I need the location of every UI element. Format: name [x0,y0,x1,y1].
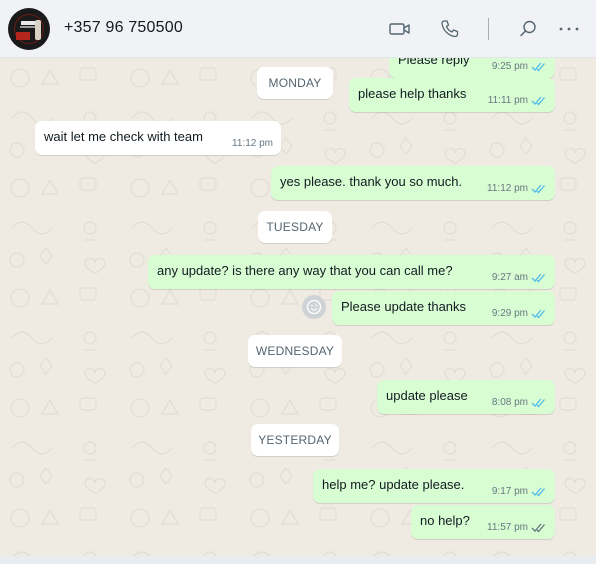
message-time: 8:08 pm [491,397,528,408]
day-separator: YESTERDAY [251,424,339,456]
message-bubble-outgoing[interactable]: any update? is there any way that you ca… [148,255,555,289]
message-bubble-outgoing[interactable]: help me? update please. 9:17 pm [313,469,555,503]
chat-header: +357 96 750500 [0,0,596,58]
message-text: Please reply [398,58,470,67]
message-time: 9:29 pm [491,308,528,319]
read-receipt-icon [531,96,545,106]
delivered-receipt-icon [531,523,545,533]
message-bubble-outgoing[interactable]: no help? 11:57 pm [411,505,555,539]
message-text: no help? [420,512,470,528]
header-divider [488,18,489,40]
message-text: Please update thanks [341,298,467,314]
message-time: 11:12 pm [487,183,528,194]
message-time: 9:17 pm [491,486,528,497]
message-list[interactable]: Please reply 9:25 pm MONDAY please help … [0,58,596,556]
message-time: 11:11 pm [487,95,528,106]
footer-strip [0,556,596,564]
contact-name[interactable]: +357 96 750500 [64,19,183,37]
day-separator: WEDNESDAY [248,335,342,367]
read-receipt-icon [531,62,545,72]
message-text: update please [386,387,468,403]
message-bubble-outgoing[interactable]: update please 8:08 pm [377,380,555,414]
message-text: any update? is there any way that you ca… [157,262,453,278]
message-text: yes please. thank you so much. [280,173,463,189]
message-time: 9:27 am [491,272,528,283]
message-time: 9:25 pm [491,61,528,72]
message-bubble-outgoing[interactable]: Please update thanks 9:29 pm [332,291,555,325]
read-receipt-icon [531,309,545,319]
message-time: 11:57 pm [487,522,528,533]
read-receipt-icon [531,487,545,497]
message-bubble-incoming[interactable]: wait let me check with team 11:12 pm [35,121,281,155]
message-bubble-outgoing[interactable]: Please reply 9:25 pm [389,58,555,78]
day-separator: MONDAY [257,67,333,99]
contact-avatar[interactable] [8,8,50,50]
read-receipt-icon [531,273,545,283]
message-bubble-outgoing[interactable]: yes please. thank you so much. 11:12 pm [271,166,555,200]
search-icon[interactable] [516,17,540,41]
read-receipt-icon [531,184,545,194]
voice-call-icon[interactable] [438,17,462,41]
message-text: help me? update please. [322,476,465,492]
message-time: 11:12 pm [232,138,273,149]
react-emoji-icon[interactable] [302,295,326,319]
day-separator: TUESDAY [258,211,332,243]
read-receipt-icon [531,398,545,408]
message-bubble-outgoing[interactable]: please help thanks 11:11 pm [349,78,555,112]
video-call-icon[interactable] [388,17,412,41]
menu-icon[interactable] [557,17,581,41]
message-text: please help thanks [358,85,467,101]
message-text: wait let me check with team [44,128,203,144]
